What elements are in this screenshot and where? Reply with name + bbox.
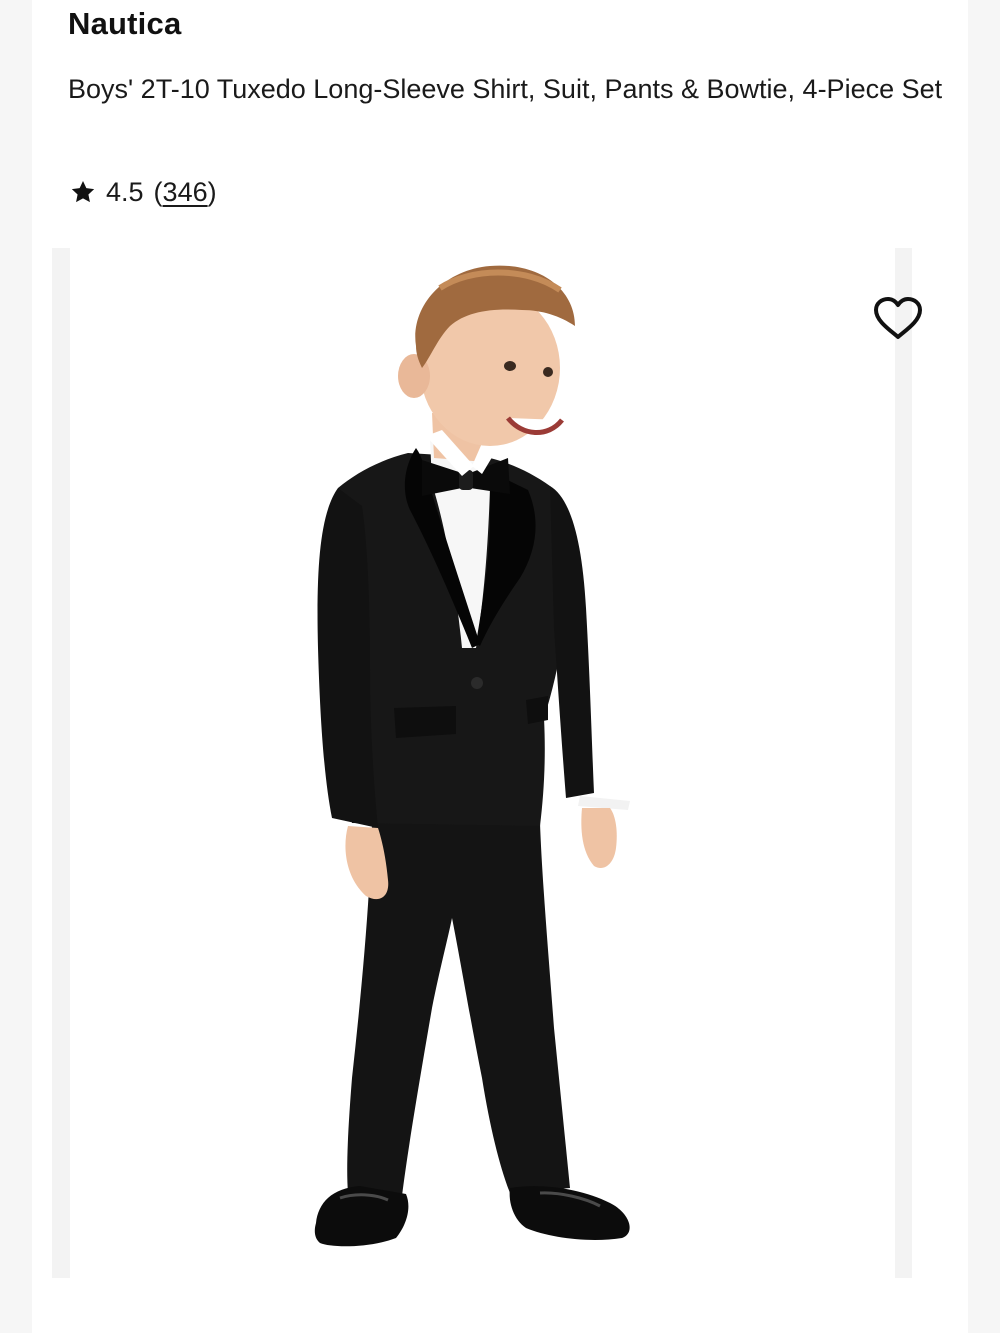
- review-count: 346: [162, 176, 208, 207]
- product-photo: [314, 265, 630, 1247]
- star-icon: [71, 180, 95, 203]
- brand-name[interactable]: Nautica: [68, 6, 181, 42]
- review-count-link[interactable]: (346): [154, 177, 217, 208]
- product-image[interactable]: [70, 248, 895, 1278]
- rating-value: 4.5: [106, 176, 144, 207]
- product-page: Nautica Boys' 2T-10 Tuxedo Long-Sleeve S…: [32, 0, 968, 1333]
- review-count-open-paren: (: [153, 176, 163, 207]
- rating-summary[interactable]: 4.5 (346): [70, 172, 217, 212]
- heart-outline-icon[interactable]: [872, 296, 924, 342]
- product-title: Boys' 2T-10 Tuxedo Long-Sleeve Shirt, Su…: [68, 74, 943, 104]
- review-count-close-paren: ): [207, 176, 217, 207]
